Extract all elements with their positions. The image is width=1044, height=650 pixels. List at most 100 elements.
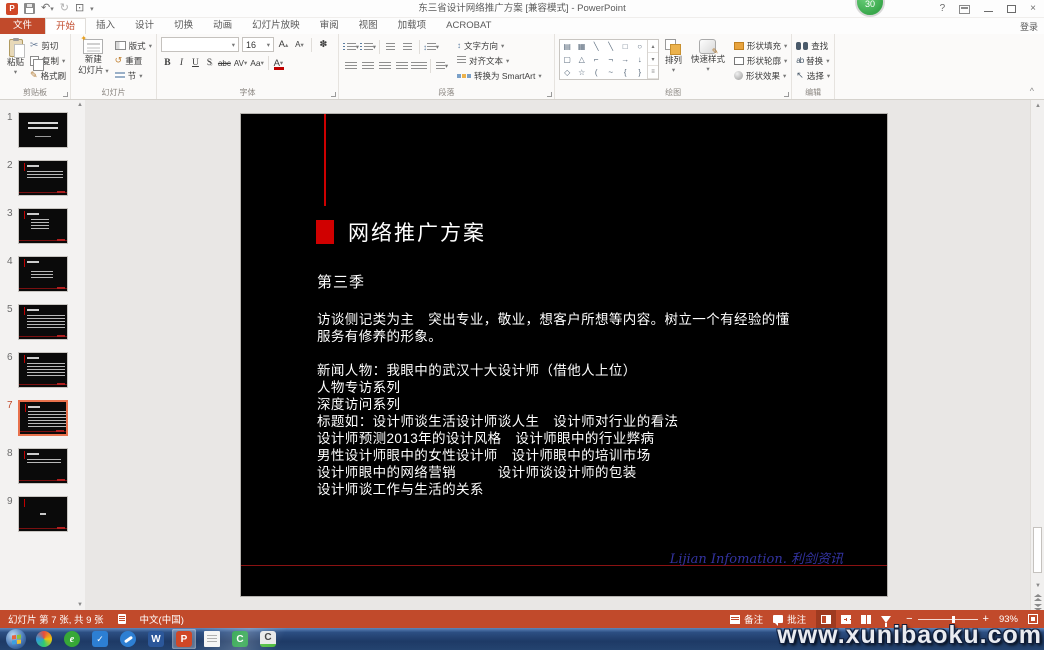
slide-thumbnail[interactable]: 1 [0, 112, 85, 148]
convert-smartart-button[interactable]: 转换为 SmartArt▾ [457, 69, 542, 82]
slide-subtitle[interactable]: 第三季 [317, 271, 365, 292]
scroll-down-icon[interactable]: ▼ [77, 602, 83, 608]
section-button[interactable]: 节▾ [115, 69, 152, 82]
start-button[interactable] [4, 629, 28, 649]
slide-thumbnail[interactable]: 3 [0, 208, 85, 244]
slide-thumbnail-preview[interactable] [18, 352, 68, 388]
save-icon[interactable] [24, 3, 35, 14]
line-spacing-button[interactable]: ↕▾ [423, 41, 439, 54]
font-color-button[interactable]: A▾ [272, 57, 285, 70]
slide-thumbnail-preview[interactable] [18, 400, 68, 436]
tab-acrobat[interactable]: ACROBAT [436, 18, 501, 34]
slide-thumbnail-preview[interactable] [18, 112, 68, 148]
restore-icon[interactable] [1007, 5, 1016, 13]
shapes-gallery-scrollbar[interactable]: ▴▾≡ [647, 40, 658, 79]
tab-animations[interactable]: 动画 [203, 18, 242, 34]
taskbar-c2-app[interactable]: C [256, 629, 280, 649]
font-dialog-launcher[interactable] [331, 92, 336, 97]
strikethrough-button[interactable]: abc [217, 57, 232, 70]
italic-button[interactable]: I [175, 57, 188, 70]
tab-home[interactable]: 开始 [45, 18, 86, 34]
redo-icon[interactable]: ↻ [60, 3, 69, 14]
slide-thumbnail[interactable]: 9 [0, 496, 85, 532]
select-button[interactable]: ↖选择▾ [796, 69, 830, 82]
shape-outline-button[interactable]: 形状轮廓▾ [734, 54, 787, 67]
align-left-button[interactable] [343, 60, 359, 73]
text-columns-button[interactable]: ▾ [434, 60, 450, 73]
increase-indent-button[interactable] [400, 41, 416, 54]
notes-button[interactable]: 备注 [730, 612, 763, 626]
scroll-up-icon[interactable]: ▲ [77, 102, 83, 108]
shapes-gallery[interactable]: ▤ ▦ ╲ ╲ □ ○ ▢ △ ⌐ ¬ → ↓ ◇ ☆ ( ~ { } ▴▾≡ [559, 39, 659, 80]
align-right-button[interactable] [377, 60, 393, 73]
numbering-button[interactable]: ▾ [360, 41, 376, 54]
minimize-icon[interactable] [984, 5, 993, 13]
vertical-scrollbar[interactable]: ▲ ▼ [1030, 100, 1044, 610]
tab-transitions[interactable]: 切换 [164, 18, 203, 34]
slide-thumbnail-preview[interactable] [18, 256, 68, 292]
customize-qat-icon[interactable]: ▾ [90, 5, 94, 13]
taskbar-c1-app[interactable]: C [228, 629, 252, 649]
taskbar-word-app[interactable]: W [144, 629, 168, 649]
align-text-button[interactable]: 对齐文本▾ [457, 54, 542, 67]
tab-view[interactable]: 视图 [349, 18, 388, 34]
columns-button[interactable] [411, 60, 427, 73]
taskbar-browser-app[interactable]: e [60, 629, 84, 649]
undo-icon[interactable]: ↶▾ [41, 3, 54, 14]
scroll-up-icon[interactable]: ▲ [1031, 103, 1044, 109]
taskbar-compass-app[interactable] [116, 629, 140, 649]
close-icon[interactable]: × [1030, 4, 1036, 14]
slide-thumbnail-preview[interactable] [18, 304, 68, 340]
tab-review[interactable]: 审阅 [310, 18, 349, 34]
decrease-indent-button[interactable] [383, 41, 399, 54]
start-slideshow-icon[interactable]: ⊡ [75, 3, 84, 14]
help-icon[interactable]: ? [940, 4, 946, 14]
shape-effects-button[interactable]: 形状效果▾ [734, 69, 787, 82]
slide-thumbnail-preview[interactable] [18, 160, 68, 196]
slide-title[interactable]: 网络推广方案 [348, 217, 486, 247]
previous-slide-button[interactable] [1033, 594, 1043, 602]
recording-timer-badge[interactable]: 30 [855, 0, 885, 17]
bold-button[interactable]: B [161, 57, 174, 70]
taskbar-document-app[interactable] [200, 629, 224, 649]
text-direction-button[interactable]: ↕文字方向▾ [457, 39, 542, 52]
shrink-font-button[interactable]: A▾ [293, 38, 306, 51]
slide-thumbnail-selected[interactable]: 7 [0, 400, 85, 436]
tab-design[interactable]: 设计 [125, 18, 164, 34]
scrollbar-thumb[interactable] [1033, 527, 1042, 573]
change-case-button[interactable]: Aa▾ [249, 57, 265, 70]
drawing-dialog-launcher[interactable] [784, 92, 789, 97]
reset-button[interactable]: ↺重置 [115, 54, 152, 67]
underline-button[interactable]: U [189, 57, 202, 70]
replace-button[interactable]: ab替换▾ [796, 54, 830, 67]
quick-styles-button[interactable]: 快速样式 ▾ [688, 37, 728, 86]
tab-slideshow[interactable]: 幻灯片放映 [242, 18, 310, 34]
tab-addins[interactable]: 加载项 [388, 18, 437, 34]
slide-thumbnail[interactable]: 6 [0, 352, 85, 388]
find-button[interactable]: 查找 [796, 39, 830, 52]
align-center-button[interactable] [360, 60, 376, 73]
tab-insert[interactable]: 插入 [86, 18, 125, 34]
layout-button[interactable]: 版式▾ [115, 39, 152, 52]
format-painter-button[interactable]: ✎格式刷 [30, 69, 66, 82]
slide-thumbnail[interactable]: 4 [0, 256, 85, 292]
justify-button[interactable] [394, 60, 410, 73]
cut-button[interactable]: ✂剪切 [30, 39, 66, 52]
language-status[interactable]: 中文(中国) [140, 612, 184, 626]
paragraph-dialog-launcher[interactable] [547, 92, 552, 97]
ribbon-display-options-icon[interactable] [959, 5, 970, 14]
thumbnail-panel-scrollbar[interactable]: ▲ ▼ [77, 100, 84, 610]
proofing-icon[interactable] [118, 614, 126, 624]
slide-thumbnail-preview[interactable] [18, 448, 68, 484]
font-name-combo[interactable]: ▾ [161, 37, 239, 52]
slide-canvas[interactable]: 网络推广方案 第三季 访谈侧记类为主 突出专业，敬业，想客户所想等内容。树立一个… [240, 113, 888, 597]
slide-counter[interactable]: 幻灯片 第 7 张, 共 9 张 [8, 612, 104, 626]
text-shadow-button[interactable]: S [203, 57, 216, 70]
collapse-ribbon-button[interactable]: ^ [1030, 86, 1034, 96]
grow-font-button[interactable]: A▴ [277, 38, 290, 51]
taskbar-pinwheel-app[interactable] [32, 629, 56, 649]
clear-formatting-button[interactable]: ✽ [317, 38, 330, 51]
taskbar-powerpoint-app[interactable]: P [172, 629, 196, 649]
zoom-slider[interactable] [918, 619, 978, 620]
slide-body[interactable]: 访谈侧记类为主 突出专业，敬业，想客户所想等内容。树立一个有经验的懂 服务有修养… [317, 311, 883, 498]
